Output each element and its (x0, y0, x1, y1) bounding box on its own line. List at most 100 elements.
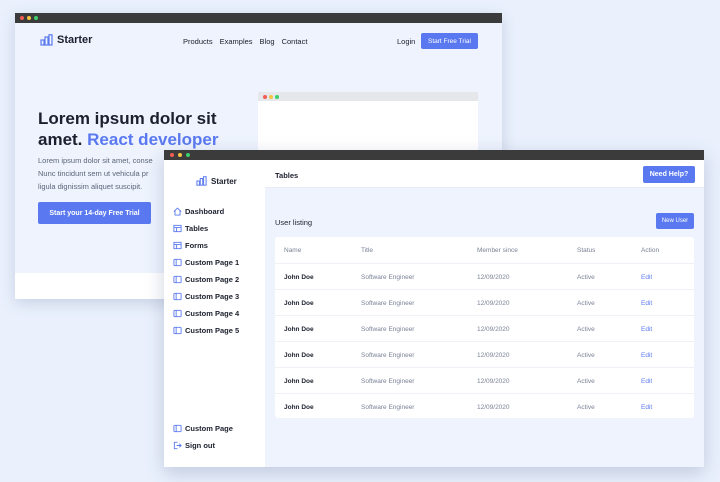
sidebar-item-custom-page-3[interactable]: Custom Page 3 (173, 292, 239, 301)
cell-status: Active (577, 378, 595, 385)
new-user-button[interactable]: New User (656, 213, 694, 229)
page-icon (173, 292, 182, 301)
listing-title: User listing (275, 218, 313, 227)
edit-link[interactable]: Edit (641, 352, 652, 359)
maximize-dot[interactable] (34, 16, 38, 20)
bar-chart-icon (196, 176, 207, 186)
cell-name: John Doe (284, 404, 314, 411)
edit-link[interactable]: Edit (641, 378, 652, 385)
close-dot[interactable] (170, 153, 174, 157)
cell-title: Software Engineer (361, 378, 415, 385)
sidebar-logo[interactable]: Starter (196, 176, 237, 186)
sidebar-item-custom-page-2[interactable]: Custom Page 2 (173, 275, 239, 284)
cell-name: John Doe (284, 300, 314, 307)
cell-status: Active (577, 404, 595, 411)
users-table: Name Title Member since Status Action Jo… (275, 237, 694, 418)
cell-member-since: 12/09/2020 (477, 300, 510, 307)
page-icon (173, 275, 182, 284)
sidebar-logo-text: Starter (211, 176, 237, 186)
cell-title: Software Engineer (361, 352, 415, 359)
cell-title: Software Engineer (361, 274, 415, 281)
header-title[interactable]: Title (361, 247, 373, 254)
minimize-dot[interactable] (27, 16, 31, 20)
page-icon (173, 424, 182, 433)
table-row: John Doe Software Engineer 12/09/2020 Ac… (275, 263, 694, 289)
header-member-since[interactable]: Member since (477, 247, 518, 254)
minimize-dot[interactable] (178, 153, 182, 157)
dashboard-titlebar (164, 150, 704, 160)
cell-name: John Doe (284, 352, 314, 359)
close-dot[interactable] (20, 16, 24, 20)
cell-name: John Doe (284, 326, 314, 333)
login-link[interactable]: Login (397, 37, 415, 46)
cell-status: Active (577, 300, 595, 307)
sidebar-item-label: Tables (185, 224, 209, 233)
sidebar-item-custom-page-5[interactable]: Custom Page 5 (173, 326, 239, 335)
landing-logo[interactable]: Starter (40, 34, 92, 46)
sidebar-item-label: Forms (185, 241, 208, 250)
table-row: John Doe Software Engineer 12/09/2020 Ac… (275, 367, 694, 393)
table-row: John Doe Software Engineer 12/09/2020 Ac… (275, 341, 694, 367)
maximize-dot[interactable] (186, 153, 190, 157)
nav-contact[interactable]: Contact (282, 37, 308, 46)
minimize-dot (269, 94, 273, 99)
cell-member-since: 12/09/2020 (477, 274, 510, 281)
preview-titlebar (258, 92, 478, 101)
sidebar-item-tables[interactable]: Tables (173, 224, 208, 233)
sidebar-item-dashboard[interactable]: Dashboard (173, 207, 224, 216)
landing-titlebar (15, 13, 502, 23)
edit-link[interactable]: Edit (641, 404, 652, 411)
page-icon (173, 326, 182, 335)
hero-headline-line2: amet. React developer (38, 129, 219, 150)
edit-link[interactable]: Edit (641, 300, 652, 307)
start-free-trial-button[interactable]: Start Free Trial (421, 33, 478, 49)
sidebar-item-label: Custom Page 3 (185, 292, 240, 301)
cell-member-since: 12/09/2020 (477, 352, 510, 359)
sidebar-item-label: Sign out (185, 441, 215, 450)
sidebar-item-label: Custom Page 5 (185, 326, 240, 335)
sidebar-item-forms[interactable]: Forms (173, 241, 208, 250)
need-help-button[interactable]: Need Help? (643, 166, 695, 183)
sidebar-item-custom-page[interactable]: Custom Page (173, 424, 233, 433)
main-content: User listing New User Name Title Member … (265, 188, 704, 467)
cell-member-since: 12/09/2020 (477, 326, 510, 333)
free-trial-cta-button[interactable]: Start your 14-day Free Trial (38, 202, 151, 224)
table-row: John Doe Software Engineer 12/09/2020 Ac… (275, 289, 694, 315)
cell-title: Software Engineer (361, 300, 415, 307)
cell-status: Active (577, 352, 595, 359)
landing-logo-text: Starter (57, 34, 93, 46)
cell-name: John Doe (284, 378, 314, 385)
header-action[interactable]: Action (641, 247, 659, 254)
home-icon (173, 207, 182, 216)
header-name[interactable]: Name (284, 247, 301, 254)
sidebar-item-sign-out[interactable]: Sign out (173, 441, 215, 450)
table-row: John Doe Software Engineer 12/09/2020 Ac… (275, 393, 694, 419)
nav-examples[interactable]: Examples (220, 37, 253, 46)
landing-nav: Products Examples Blog Contact (183, 37, 307, 46)
header-status[interactable]: Status (577, 247, 595, 254)
sign-out-icon (173, 441, 182, 450)
cell-status: Active (577, 326, 595, 333)
table-header-row: Name Title Member since Status Action (275, 237, 694, 263)
table-icon (173, 224, 182, 233)
maximize-dot (275, 94, 279, 99)
nav-blog[interactable]: Blog (260, 37, 275, 46)
sidebar-item-custom-page-4[interactable]: Custom Page 4 (173, 309, 239, 318)
nav-products[interactable]: Products (183, 37, 213, 46)
page-icon (173, 309, 182, 318)
sidebar-item-custom-page-1[interactable]: Custom Page 1 (173, 258, 239, 267)
sidebar-item-label: Custom Page (185, 424, 233, 433)
sidebar-item-label: Custom Page 4 (185, 309, 240, 318)
topbar: Tables Need Help? (265, 160, 704, 188)
sidebar-item-label: Custom Page 2 (185, 275, 240, 284)
cell-member-since: 12/09/2020 (477, 404, 510, 411)
sidebar-item-label: Custom Page 1 (185, 258, 240, 267)
cell-title: Software Engineer (361, 326, 415, 333)
edit-link[interactable]: Edit (641, 326, 652, 333)
table-icon (173, 241, 182, 250)
cell-member-since: 12/09/2020 (477, 378, 510, 385)
edit-link[interactable]: Edit (641, 274, 652, 281)
cell-status: Active (577, 274, 595, 281)
sidebar-item-label: Dashboard (185, 207, 225, 216)
hero-headline-plain: amet. (38, 130, 83, 149)
